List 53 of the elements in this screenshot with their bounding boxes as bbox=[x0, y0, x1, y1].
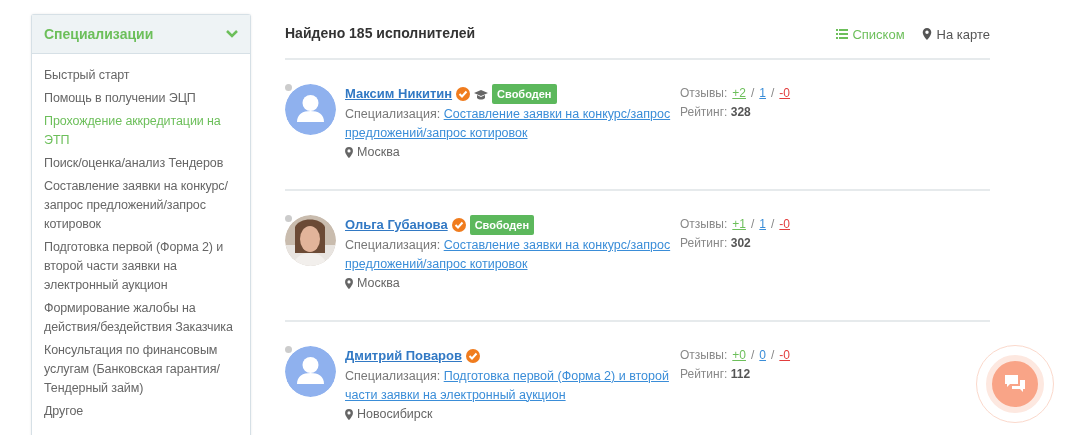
separator-text: / bbox=[771, 347, 775, 364]
executor-name-link[interactable]: Ольга Губанова bbox=[345, 215, 448, 235]
reviews-label: Отзывы: bbox=[680, 347, 728, 364]
location-pin-icon bbox=[345, 408, 353, 420]
separator-text: / bbox=[771, 85, 775, 102]
rating-value: 328 bbox=[730, 105, 751, 119]
rating-value: 112 bbox=[730, 367, 751, 381]
separator-text: / bbox=[751, 85, 755, 102]
status-badge: Свободен bbox=[469, 214, 535, 236]
rating-value: 302 bbox=[730, 236, 751, 250]
reviews-label: Отзывы: bbox=[680, 216, 728, 233]
sidebar-item[interactable]: Формирование жалобы на действия/бездействия Заказчика bbox=[44, 299, 240, 337]
chevron-down-icon[interactable] bbox=[226, 30, 238, 38]
avatar-placeholder-icon bbox=[285, 84, 336, 135]
specialization-text: Специализация: Составление заявки на конкурс/запрос предложений/запрос котировок bbox=[345, 106, 672, 142]
neutral-reviews-link[interactable]: 0 bbox=[759, 346, 766, 365]
rating-label: Рейтинг: bbox=[680, 367, 728, 381]
executor-name-link[interactable]: Максим Никитин bbox=[345, 84, 453, 104]
avatar-placeholder-icon bbox=[285, 346, 336, 397]
separator-text: / bbox=[751, 347, 755, 364]
negative-reviews-link[interactable]: -0 bbox=[779, 346, 791, 365]
specialization-text: Специализация: Составление заявки на конкурс/запрос предложений/запрос котировок bbox=[345, 237, 672, 273]
separator-text: / bbox=[751, 216, 755, 233]
negative-reviews-link[interactable]: -0 bbox=[779, 215, 791, 234]
view-toggle[interactable]: Списком bbox=[836, 26, 905, 42]
separator-text: / bbox=[771, 216, 775, 233]
sidebar-title: Специализации bbox=[44, 26, 154, 42]
status-badge: Свободен bbox=[492, 83, 557, 105]
results-title: Найдено 185 исполнителей bbox=[285, 25, 477, 43]
city-text: Новосибирск bbox=[357, 406, 433, 423]
executor-name-link[interactable]: Дмитрий Поваров bbox=[345, 346, 462, 366]
rating-label: Рейтинг: bbox=[680, 236, 728, 250]
city-text: Москва bbox=[357, 275, 400, 292]
location-pin-icon bbox=[345, 146, 353, 158]
view-toggle[interactable]: На карте bbox=[920, 26, 990, 42]
sidebar-item[interactable]: Помощь в получении ЭЦП bbox=[44, 89, 240, 108]
location-pin-icon bbox=[345, 277, 353, 289]
sidebar-item[interactable]: Подготовка первой (Форма 2) и второй части заявки на электронный аукцион bbox=[44, 238, 240, 295]
sidebar-item[interactable]: Другое bbox=[44, 402, 240, 421]
list-icon bbox=[836, 28, 849, 40]
neutral-reviews-link[interactable]: 1 bbox=[759, 215, 766, 234]
sidebar-item[interactable]: Быстрый старт bbox=[44, 66, 240, 85]
sidebar-item[interactable]: Консультация по финансовым услугам (Банковская гарантия/ Тендерный займ) bbox=[44, 341, 240, 398]
sidebar-item[interactable]: Поиск/оценка/анализ Тендеров bbox=[44, 154, 240, 173]
rating-label: Рейтинг: bbox=[680, 105, 728, 119]
reviews-label: Отзывы: bbox=[680, 85, 728, 102]
city-text: Москва bbox=[357, 144, 400, 161]
chat-icon bbox=[1004, 374, 1026, 394]
sidebar-item[interactable]: Составление заявки на конкурс/ запрос предложений/запрос котировок bbox=[44, 177, 240, 234]
neutral-reviews-link[interactable]: 1 bbox=[759, 84, 766, 103]
negative-reviews-link[interactable]: -0 bbox=[779, 84, 791, 103]
specialization-text: Специализация: Подготовка первой (Форма 2) и второй части заявки на электронный аукцион bbox=[345, 368, 670, 404]
map-pin-icon bbox=[920, 28, 933, 40]
